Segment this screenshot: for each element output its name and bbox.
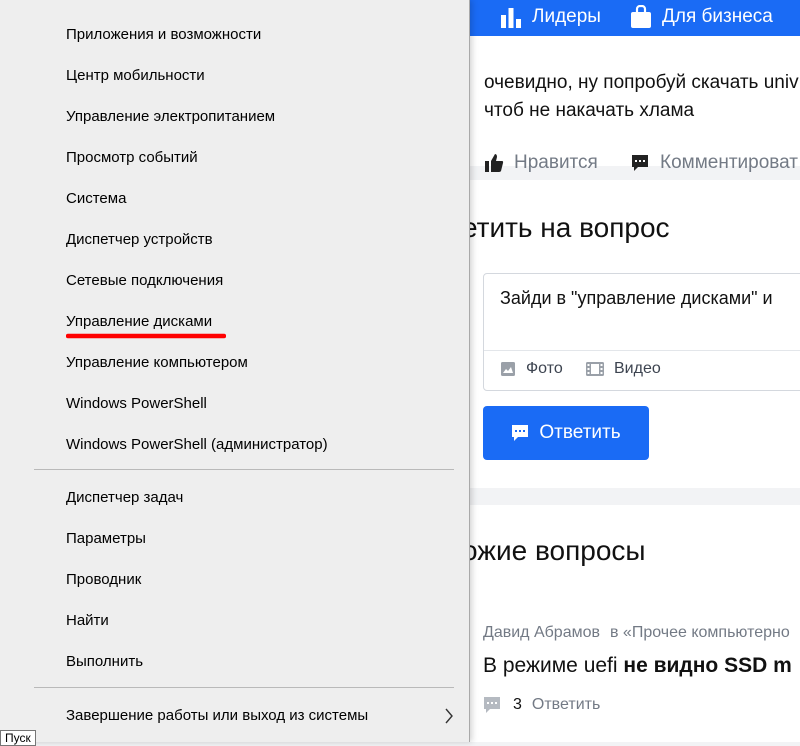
nav-business-label: Для бизнеса	[662, 6, 773, 27]
menu-item[interactable]: Приложения и возможности	[0, 14, 468, 55]
question-title-bold: не видно SSD m	[623, 654, 792, 677]
nav-item-leaders[interactable]: Лидеры	[500, 0, 601, 34]
chart-icon	[501, 8, 521, 28]
answer-text-line: чтоб не накачать хлама	[484, 100, 695, 121]
attach-photo-button[interactable]: Фото	[500, 360, 563, 378]
image-icon	[501, 362, 515, 376]
question-title-link[interactable]: В режиме uefi не видно SSD m	[483, 654, 792, 678]
menu-item-label: Найти	[66, 612, 109, 629]
reply-submit-button[interactable]: Ответить	[483, 406, 649, 460]
attach-photo-label: Фото	[526, 360, 563, 377]
nav-item-business[interactable]: Для бизнеса	[630, 0, 773, 34]
menu-item-label: Выполнить	[66, 653, 144, 670]
menu-item-label: Завершение работы или выход из системы	[66, 707, 369, 724]
film-icon	[586, 362, 604, 376]
menu-item[interactable]: Просмотр событий	[0, 137, 468, 178]
menu-item[interactable]: Центр мобильности	[0, 55, 468, 96]
question-author[interactable]: Давид Абрамов	[483, 624, 600, 641]
menu-item[interactable]: Windows PowerShell	[0, 383, 468, 424]
similar-questions-title: ожие вопросы	[462, 535, 646, 566]
menu-item-label: Управление компьютером	[66, 354, 248, 371]
menu-item[interactable]: Управление компьютером	[0, 342, 468, 383]
menu-item-label: Центр мобильности	[66, 67, 205, 84]
menu-item[interactable]: Управление дисками	[0, 301, 468, 342]
menu-item[interactable]: Windows PowerShell (администратор)	[0, 424, 468, 465]
menu-item[interactable]: Найти	[0, 600, 468, 641]
menu-item-label: Проводник	[66, 571, 142, 588]
attach-video-button[interactable]: Видео	[586, 360, 661, 378]
reply-title: етить на вопрос	[462, 212, 670, 243]
reply-textarea-text: Зайди в "управление дисками" и	[500, 288, 773, 308]
menu-item-label: Просмотр событий	[66, 149, 198, 166]
menu-separator	[34, 469, 454, 470]
question-title-plain: В режиме uefi	[483, 654, 624, 677]
answer-text-line: очевидно, ну попробуй скачать univ	[484, 72, 799, 93]
comment-icon	[632, 155, 648, 171]
menu-item[interactable]: Управление электропитанием	[0, 96, 468, 137]
menu-item-label: Система	[66, 190, 127, 207]
answer-question-link[interactable]: Ответить	[532, 696, 600, 714]
chat-bubble-icon	[512, 425, 529, 441]
menu-item[interactable]: Выполнить	[0, 641, 468, 682]
attach-video-label: Видео	[614, 360, 661, 377]
start-tooltip: Пуск	[0, 730, 36, 746]
question-stats: 3 Ответить	[483, 696, 600, 714]
menu-item-label: Диспетчер задач	[66, 489, 184, 506]
chevron-right-icon	[445, 708, 453, 724]
menu-item-label: Приложения и возможности	[66, 26, 262, 43]
briefcase-icon	[631, 5, 651, 28]
reply-box-divider	[484, 350, 800, 351]
comment-label: Комментироват	[660, 152, 799, 173]
menu-item-label: Windows PowerShell (администратор)	[66, 436, 328, 453]
comment-button[interactable]: Комментироват	[630, 152, 798, 174]
menu-item-label: Управление дисками	[66, 313, 213, 330]
answers-count: 3	[513, 696, 522, 713]
winx-context-menu: Завершение работы или выход из системы П…	[0, 0, 470, 742]
menu-item-label: Windows PowerShell	[66, 395, 207, 412]
comment-icon	[484, 697, 500, 713]
menu-item-label: Параметры	[66, 530, 146, 547]
menu-item-label: Сетевые подключения	[66, 272, 224, 289]
menu-item-label: Управление электропитанием	[66, 108, 276, 125]
question-category[interactable]: в «Прочее компьютерно	[610, 624, 790, 641]
menu-item[interactable]: Система	[0, 178, 468, 219]
reply-submit-label: Ответить	[539, 422, 621, 443]
nav-leaders-label: Лидеры	[532, 6, 601, 27]
menu-item[interactable]: Параметры	[0, 518, 468, 559]
question-meta-line: Давид Абрамов в «Прочее компьютерно	[483, 624, 790, 642]
menu-item[interactable]: Диспетчер устройств	[0, 219, 468, 260]
thumbs-up-icon	[485, 154, 504, 172]
like-label: Нравится	[514, 152, 598, 173]
menu-item[interactable]: Проводник	[0, 559, 468, 600]
menu-item-label: Диспетчер устройств	[66, 231, 213, 248]
menu-separator	[34, 687, 454, 688]
like-button[interactable]: Нравится	[484, 152, 598, 174]
menu-item[interactable]: Сетевые подключения	[0, 260, 468, 301]
menu-item-shutdown[interactable]: Завершение работы или выход из системы	[0, 695, 468, 736]
menu-item[interactable]: Диспетчер задач	[0, 477, 468, 518]
